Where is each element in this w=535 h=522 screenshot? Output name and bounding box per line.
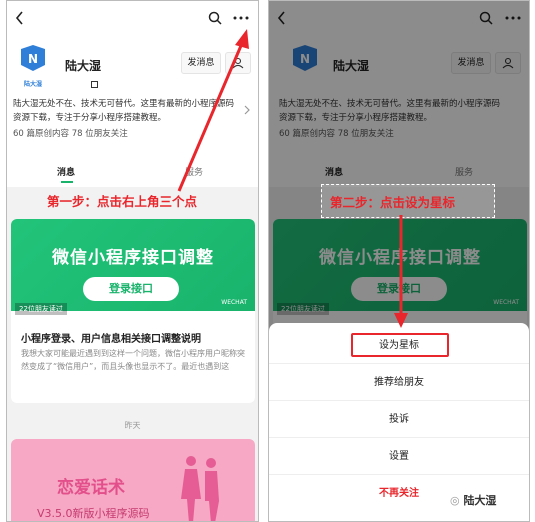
wechat-icon: ◎ (450, 494, 464, 507)
footer-watermark: ◎ 陆大湿 (450, 494, 497, 507)
right-screenshot: N 陆大湿 发消息 陆大湿无处不在、技术无可替代。这里有最新的小程序源码资源下载… (268, 0, 530, 522)
red-arrow-2 (394, 215, 408, 328)
left-screenshot: N 陆大湿 陆大湿 发消息 陆大湿无处不在、技术无可替代。这里有最新的小程序源码… (6, 0, 259, 522)
red-arrow-1 (177, 29, 249, 192)
